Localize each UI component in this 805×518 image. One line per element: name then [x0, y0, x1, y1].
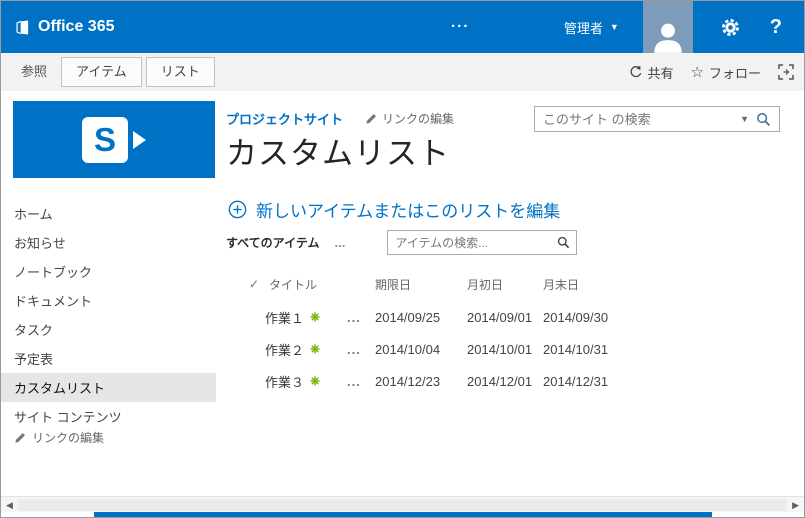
sidebar-item-home[interactable]: ホーム [1, 199, 216, 228]
page-title: カスタムリスト [226, 136, 450, 171]
sidebar-item-tasks[interactable]: タスク [1, 315, 216, 344]
top-edit-links[interactable]: リンクの編集 [365, 110, 454, 127]
top-edit-links-label: リンクの編集 [382, 112, 455, 126]
item-title-link[interactable]: 作業３ [265, 372, 304, 391]
tab-items[interactable]: アイテム [61, 57, 142, 87]
gear-icon[interactable] [721, 18, 740, 37]
new-badge-icon [310, 312, 320, 322]
search-icon[interactable] [756, 112, 771, 127]
user-menu-label: 管理者 [563, 20, 603, 36]
sidebar-item-notebook[interactable]: ノートブック [1, 257, 216, 286]
item-menu-ellipsis[interactable]: ... [347, 310, 375, 325]
tab-list[interactable]: リスト [145, 57, 215, 87]
item-title-link[interactable]: 作業１ [265, 308, 304, 327]
sidebar-nav: ホーム お知らせ ノートブック ドキュメント タスク 予定表 カスタムリスト サ… [1, 199, 216, 431]
bottom-blue-strip [94, 512, 712, 517]
office365-brand[interactable]: Office 365 [15, 1, 114, 53]
user-menu[interactable]: 管理者 ▼ [564, 18, 619, 37]
breadcrumb: プロジェクトサイト リンクの編集 [226, 109, 454, 128]
cell-month-end: 2014/09/30 [543, 309, 609, 325]
brand-label: Office 365 [38, 18, 115, 35]
focus-icon [778, 64, 794, 80]
scrollbar-thumb[interactable] [18, 499, 787, 511]
suite-more-menu[interactable]: ... [451, 14, 470, 31]
chevron-down-icon: ▼ [609, 22, 619, 32]
search-scope-caret-icon[interactable]: ▼ [733, 114, 756, 124]
sharepoint-logo-arrow-icon [133, 130, 146, 149]
column-header-title[interactable]: タイトル [265, 276, 347, 293]
item-title-link[interactable]: 作業２ [265, 340, 304, 359]
sidebar-item-documents[interactable]: ドキュメント [1, 286, 216, 315]
sidebar-item-site-contents[interactable]: サイト コンテンツ [1, 402, 216, 431]
cell-due-date: 2014/12/23 [375, 373, 441, 389]
view-more-menu[interactable]: ... [334, 235, 345, 250]
cell-due-date: 2014/10/04 [375, 341, 441, 357]
sharepoint-site-logo[interactable]: S [13, 101, 215, 178]
office365-window: Office 365 ... 管理者 ▼ ? 参照 アイテム リスト 共有 ☆ … [0, 0, 805, 518]
item-menu-ellipsis[interactable]: ... [347, 374, 375, 389]
follow-star-icon: ☆ [690, 64, 704, 81]
list-table: ✓ タイトル 期限日 月初日 月末日 作業１ ... 2014/09/25 20… [249, 267, 633, 397]
pencil-icon [365, 113, 377, 125]
person-icon [654, 23, 682, 53]
share-label: 共有 [647, 65, 674, 81]
column-header-month-start[interactable]: 月初日 [467, 276, 543, 293]
table-row: 作業２ ... 2014/10/04 2014/10/01 2014/10/31 [249, 333, 633, 365]
new-badge-icon [310, 376, 320, 386]
sidebar-item-custom-list[interactable]: カスタムリスト [1, 373, 216, 402]
cell-month-start: 2014/12/01 [467, 373, 533, 389]
horizontal-scrollbar[interactable]: ◀ ▶ [1, 496, 804, 512]
column-header-month-end[interactable]: 月末日 [543, 276, 633, 293]
item-menu-ellipsis[interactable]: ... [347, 342, 375, 357]
share-icon [629, 65, 643, 79]
sidebar-edit-links-label: リンクの編集 [32, 431, 105, 445]
follow-button[interactable]: ☆ フォロー [691, 63, 761, 82]
view-bar: すべてのアイテム ... [226, 230, 578, 255]
suite-bar: Office 365 ... 管理者 ▼ ? [1, 1, 804, 53]
pencil-icon [14, 432, 26, 444]
sidebar-item-calendar[interactable]: 予定表 [1, 344, 216, 373]
table-row: 作業１ ... 2014/09/25 2014/09/01 2014/09/30 [249, 301, 633, 333]
cell-month-start: 2014/10/01 [467, 341, 533, 357]
item-search-box [387, 230, 578, 255]
table-header-row: ✓ タイトル 期限日 月初日 月末日 [249, 267, 633, 301]
ribbon-actions: 共有 ☆ フォロー [629, 53, 794, 91]
cell-due-date: 2014/09/25 [375, 309, 441, 325]
new-item-link[interactable]: 新しいアイテムまたはこのリストを編集 [228, 197, 560, 222]
search-icon[interactable] [557, 236, 570, 249]
ribbon-tabs: 参照 アイテム リスト [11, 53, 215, 91]
scroll-right-icon[interactable]: ▶ [792, 497, 799, 513]
sidebar-edit-links[interactable]: リンクの編集 [14, 429, 104, 446]
site-search-box: ▼ [534, 106, 780, 132]
scroll-left-icon[interactable]: ◀ [6, 497, 13, 513]
suite-right-cluster: 管理者 ▼ ? [564, 1, 804, 53]
breadcrumb-site-link[interactable]: プロジェクトサイト [226, 109, 343, 128]
item-search-input[interactable] [388, 235, 558, 250]
help-button[interactable]: ? [770, 16, 782, 39]
plus-circle-icon [228, 200, 247, 219]
new-badge-icon [310, 344, 320, 354]
avatar[interactable] [642, 1, 693, 53]
select-all-checkmark[interactable]: ✓ [249, 277, 265, 291]
cell-month-end: 2014/12/31 [543, 373, 609, 389]
ribbon-bar: 参照 アイテム リスト 共有 ☆ フォロー [1, 53, 804, 91]
table-row: 作業３ ... 2014/12/23 2014/12/01 2014/12/31 [249, 365, 633, 397]
tab-browse[interactable]: 参照 [11, 57, 57, 87]
sharepoint-logo-letter: S [82, 116, 128, 163]
cell-month-start: 2014/09/01 [467, 309, 533, 325]
share-button[interactable]: 共有 [629, 63, 674, 82]
sidebar-item-announcements[interactable]: お知らせ [1, 228, 216, 257]
cell-month-end: 2014/10/31 [543, 341, 609, 357]
office-logo-icon [15, 19, 30, 35]
new-item-label: 新しいアイテムまたはこのリストを編集 [256, 202, 561, 221]
follow-label: フォロー [708, 65, 761, 81]
view-all-items-link[interactable]: すべてのアイテム [226, 234, 319, 251]
column-header-due-date[interactable]: 期限日 [375, 276, 467, 293]
site-search-input[interactable] [535, 111, 734, 127]
focus-mode-button[interactable] [778, 64, 794, 80]
